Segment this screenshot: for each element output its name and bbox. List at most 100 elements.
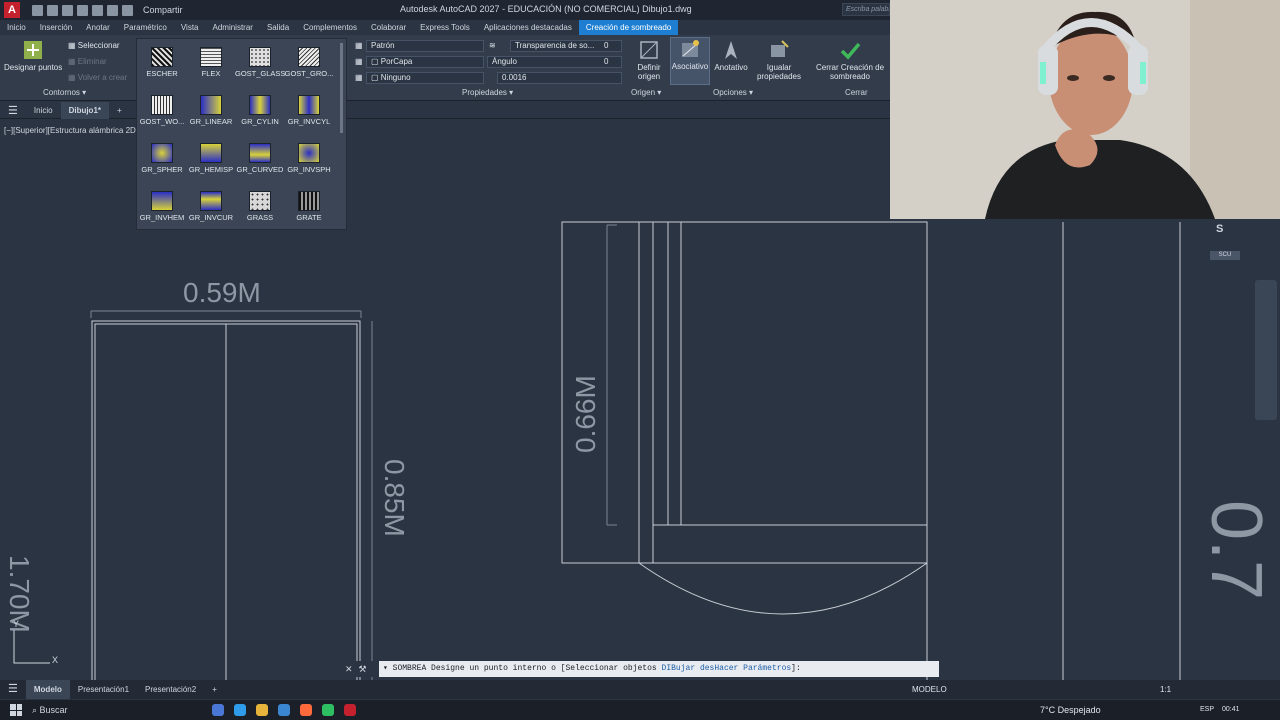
autocad-taskbar-icon[interactable]	[344, 704, 356, 716]
designar-puntos-button[interactable]: Designar puntos	[4, 39, 62, 72]
language-indicator[interactable]: ESP	[1200, 706, 1214, 713]
hatch-angle-field[interactable]: Ángulo	[487, 56, 622, 68]
pattern-4[interactable]: GOST_WO...	[137, 95, 187, 126]
eliminar-button[interactable]: ▦ Eliminar	[68, 57, 107, 66]
command-input[interactable]: ▾ SOMBREA Designe un punto interno o [Se…	[379, 661, 939, 677]
pattern-1[interactable]: FLEX	[186, 47, 236, 78]
file-explorer-icon[interactable]	[256, 704, 268, 716]
layout-tab-2[interactable]: Presentación2	[137, 680, 204, 699]
seleccionar-button[interactable]: ▦ Seleccionar	[68, 41, 120, 50]
pattern-2[interactable]: GOST_GLASS	[235, 47, 285, 78]
definir-origen-button[interactable]: Definir origen	[632, 39, 666, 81]
pattern-3[interactable]: GOST_GRO...	[284, 47, 334, 78]
volver-a-crear-button[interactable]: ▦ Volver a crear	[68, 73, 127, 82]
hatch-type-select[interactable]: Patrón	[366, 40, 484, 52]
cmd-arrow-icon[interactable]: ▾	[383, 664, 388, 673]
background-color-select[interactable]: ▢ Ninguno	[366, 72, 484, 84]
print-icon[interactable]	[92, 4, 103, 16]
ribbon-tab-3[interactable]: Paramétrico	[117, 20, 174, 35]
hatch-color-select[interactable]: ▢ PorCapa	[366, 56, 484, 68]
pattern-5[interactable]: GR_LINEAR	[186, 95, 236, 126]
pattern-9[interactable]: GR_HEMISP	[186, 143, 236, 174]
ribbon-tab-10[interactable]: Aplicaciones destacadas	[477, 20, 579, 35]
weather-widget[interactable]: 7°C Despejado	[1040, 705, 1101, 715]
pattern-14[interactable]: GRASS	[235, 191, 285, 222]
cmd-opt-parametros[interactable]: Parámetros	[743, 664, 791, 673]
pattern-12[interactable]: GR_INVHEM	[137, 191, 187, 222]
undo-icon[interactable]	[107, 4, 118, 16]
pattern-label: GR_INVCYL	[287, 117, 331, 126]
pattern-swatch-icon	[298, 47, 320, 67]
clock[interactable]: 00:41	[1222, 706, 1240, 713]
opciones-panel-label[interactable]: Opciones ▾	[713, 88, 753, 97]
ucs-icon	[13, 630, 50, 664]
cmd-opt-deshacer[interactable]: desHacer	[700, 664, 738, 673]
dim-text-left: 1.70M	[4, 555, 35, 633]
ribbon-tab-6[interactable]: Salida	[260, 20, 296, 35]
model-space-toggle[interactable]: MODELO	[912, 685, 947, 694]
designar-puntos-label: Designar puntos	[4, 63, 63, 72]
cmd-opt-seleccionar[interactable]: Seleccionar objetos	[565, 664, 656, 673]
gallery-scrollbar[interactable]	[340, 43, 343, 133]
new-icon[interactable]	[32, 4, 43, 16]
open-icon[interactable]	[47, 4, 58, 16]
pattern-swatch-icon	[151, 191, 173, 211]
ribbon-tab-5[interactable]: Administrar	[206, 20, 260, 35]
save-as-icon[interactable]	[77, 4, 88, 16]
pattern-7[interactable]: GR_INVCYL	[284, 95, 334, 126]
ribbon-tab-7[interactable]: Complementos	[296, 20, 364, 35]
edge-icon[interactable]	[234, 704, 246, 716]
ribbon-tab-2[interactable]: Anotar	[79, 20, 117, 35]
windows-start-icon[interactable]	[10, 704, 22, 716]
taskbar-search[interactable]: ⌕ Buscar	[32, 705, 182, 716]
wrench-icon[interactable]: ⚒	[359, 664, 367, 675]
viewcube-compass-s[interactable]: S	[1216, 223, 1223, 235]
doc-tab-0[interactable]: Inicio	[26, 106, 61, 115]
add-layout-button[interactable]: +	[204, 680, 225, 699]
viewport-controls[interactable]: [−][Superior][Estructura alámbrica 2D]	[4, 126, 138, 135]
ribbon-tab-1[interactable]: Inserción	[33, 20, 79, 35]
asociativo-button[interactable]: Asociativo	[670, 37, 710, 85]
pattern-11[interactable]: GR_INVSPH	[284, 143, 334, 174]
pattern-15[interactable]: GRATE	[284, 191, 334, 222]
cmd-opt-dibujar[interactable]: DIBujar	[662, 664, 696, 673]
save-icon[interactable]	[62, 4, 73, 16]
contornos-panel-label[interactable]: Contornos ▾	[43, 88, 86, 97]
origen-panel-label[interactable]: Origen ▾	[631, 88, 661, 97]
pattern-8[interactable]: GR_SPHER	[137, 143, 187, 174]
layout-tab-1[interactable]: Presentación1	[70, 680, 137, 699]
new-tab-button[interactable]: +	[109, 106, 130, 115]
dim-text-top: 0.59M	[183, 277, 261, 308]
hatch-scale-field[interactable]: 0.0016	[497, 72, 622, 84]
cerrar-creacion-button[interactable]: Cerrar Creación de sombreado	[812, 39, 888, 81]
app-icon[interactable]	[300, 704, 312, 716]
share-button[interactable]: Compartir	[143, 5, 183, 15]
ribbon-tab-4[interactable]: Vista	[174, 20, 206, 35]
anotativo-button[interactable]: Anotativo	[712, 39, 750, 72]
redo-icon[interactable]	[122, 4, 133, 16]
igualar-propiedades-button[interactable]: Igualar propiedades	[754, 39, 804, 81]
hamburger-menu-icon[interactable]: ☰	[0, 104, 26, 117]
doc-tab-1[interactable]: Dibujo1*	[60, 101, 110, 119]
pattern-0[interactable]: ESCHER	[137, 47, 187, 78]
close-icon[interactable]: ✕	[345, 664, 353, 675]
store-icon[interactable]	[278, 704, 290, 716]
annotation-scale[interactable]: 1:1	[1160, 685, 1171, 694]
task-view-icon[interactable]	[212, 704, 224, 716]
pattern-13[interactable]: GR_INVCUR	[186, 191, 236, 222]
navigation-bar[interactable]	[1255, 280, 1277, 420]
status-menu-icon[interactable]: ☰	[0, 680, 26, 699]
help-search-input[interactable]: Escriba palabra	[842, 3, 890, 16]
ucs-menu-button[interactable]: SCU	[1210, 251, 1240, 260]
propiedades-panel-label[interactable]: Propiedades ▾	[462, 88, 513, 97]
ribbon-tab-9[interactable]: Express Tools	[413, 20, 477, 35]
ribbon-tab-0[interactable]: Inicio	[0, 20, 33, 35]
ribbon-tab-8[interactable]: Colaborar	[364, 20, 413, 35]
ribbon-tab-11[interactable]: Creación de sombreado	[578, 20, 679, 35]
spotify-icon[interactable]	[322, 704, 334, 716]
autocad-logo[interactable]: A	[4, 2, 20, 18]
pattern-6[interactable]: GR_CYLIN	[235, 95, 285, 126]
dim-text-right-vertical: 0.66M	[570, 375, 601, 453]
pattern-10[interactable]: GR_CURVED	[235, 143, 285, 174]
layout-tab-0[interactable]: Modelo	[25, 680, 70, 699]
